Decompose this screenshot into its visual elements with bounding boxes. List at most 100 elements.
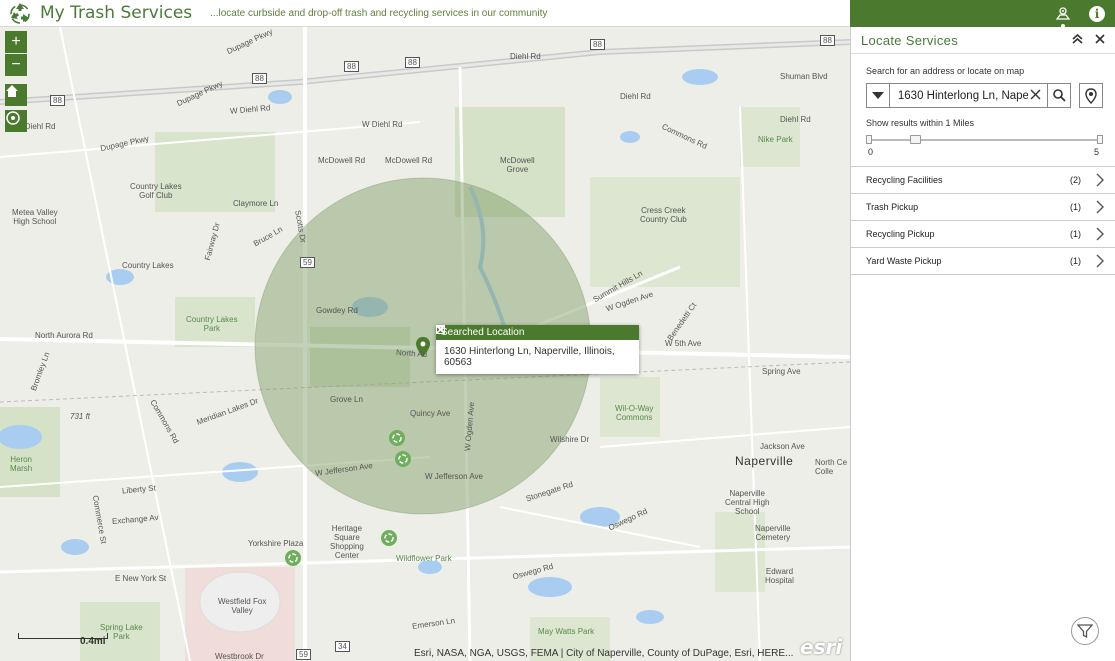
zoom-out-button[interactable]: − [5, 54, 27, 76]
map-label: 731 ft [70, 412, 91, 421]
chevron-right-icon [1096, 200, 1104, 214]
map-label: Naperville Central High School [725, 489, 770, 516]
map-label: Claymore Ln [233, 199, 279, 208]
search-icon [1052, 89, 1066, 102]
app-subtitle: ...locate curbside and drop-off trash an… [210, 7, 548, 19]
app-root: My Trash Services ...locate curbside and… [0, 0, 1115, 661]
radius-slider[interactable] [866, 135, 1103, 144]
filter-button[interactable] [1071, 617, 1099, 645]
map-label: Country Lakes Park [186, 315, 238, 333]
crosshair-icon [6, 111, 20, 125]
map-label: Wilshire Dr [550, 435, 590, 444]
map-label: Diehl Rd [510, 52, 541, 61]
map-label: May Watts Park [538, 627, 595, 636]
map-label: Wil-O-Way Commons [615, 404, 654, 422]
map-label: Gowdey Rd [316, 306, 358, 315]
info-icon: i [1089, 5, 1105, 22]
slider-handle[interactable] [909, 135, 921, 144]
locate-on-map-button[interactable] [1079, 83, 1103, 108]
search-button[interactable] [1047, 84, 1070, 107]
slider-track [869, 139, 1100, 141]
result-row-trash-pickup[interactable]: Trash Pickup (1) [851, 194, 1115, 221]
result-name: Recycling Pickup [866, 229, 935, 239]
map-label: E New York St [115, 574, 167, 583]
slider-min-label: 0 [868, 147, 874, 157]
scale-label: 0.4mi [80, 636, 106, 647]
locate-services-panel: Locate Services Search for an address or… [850, 27, 1115, 661]
close-icon [1030, 89, 1041, 100]
map-label: Grove Ln [330, 395, 363, 404]
route-shield: 34 [335, 641, 350, 652]
result-name: Recycling Facilities [866, 175, 943, 185]
panel-header: Locate Services [851, 27, 1115, 54]
map-label: W Jefferson Ave [425, 472, 483, 481]
search-row [866, 83, 1115, 108]
map-label: Cress Creek Country Club [640, 206, 687, 224]
map-label: Country Lakes [122, 261, 174, 270]
popup-header: Searched Location [436, 325, 639, 340]
map-label: Heron Marsh [10, 455, 33, 473]
recycle-logo-icon [10, 3, 30, 24]
double-chevron-up-icon [1072, 33, 1083, 44]
route-shield: 88 [344, 61, 359, 72]
slider-max-end [1097, 135, 1103, 144]
map-label: North Ce Colle [815, 458, 848, 476]
map-label: Shuman Blvd [780, 72, 828, 81]
map-label: McDowell Rd [385, 156, 433, 165]
result-count: (1) [1070, 256, 1081, 266]
app-title: My Trash Services [40, 3, 193, 23]
result-count: (2) [1070, 175, 1081, 185]
searched-location-popup: Searched Location 1630 Hinterlong Ln, Na… [436, 325, 639, 374]
map-view[interactable]: Dupage Pkwy Dupage Pkwy Dupage Pkwy W Di… [0, 27, 850, 661]
result-row-yard-waste-pickup[interactable]: Yard Waste Pickup (1) [851, 248, 1115, 275]
map-attribution[interactable]: Esri, NASA, NGA, USGS, FEMA | City of Na… [414, 648, 793, 659]
result-count: (1) [1070, 229, 1081, 239]
map-label: Diehl Rd [620, 92, 651, 101]
route-shield: 88 [252, 73, 267, 84]
basemap-graphic [0, 27, 850, 661]
park-area [590, 177, 740, 287]
collapse-panel-button[interactable] [1072, 33, 1083, 47]
search-box [866, 83, 1071, 108]
search-source-dropdown[interactable] [867, 84, 890, 107]
map-label: Westfield Fox Valley [218, 597, 267, 615]
address-search-input[interactable] [897, 89, 1028, 102]
map-label: Country Lakes Golf Club [130, 182, 182, 200]
slider-min-end [866, 135, 872, 144]
locate-services-button[interactable] [1055, 6, 1071, 28]
close-icon [1095, 33, 1105, 44]
chevron-right-icon [1096, 173, 1104, 187]
home-icon [6, 85, 18, 97]
active-indicator [1061, 23, 1065, 28]
map-label: Spring Ave [762, 367, 801, 376]
result-row-recycling-pickup[interactable]: Recycling Pickup (1) [851, 221, 1115, 248]
search-label: Search for an address or locate on map [866, 66, 1025, 76]
info-button[interactable]: i [1089, 5, 1105, 22]
locate-me-button[interactable] [5, 110, 27, 132]
clear-search-button[interactable] [1028, 88, 1043, 103]
close-icon [436, 325, 445, 334]
map-label: Heritage Square Shopping Center [330, 524, 364, 560]
route-shield: 88 [50, 95, 65, 106]
close-panel-button[interactable] [1095, 33, 1105, 47]
home-button[interactable] [5, 84, 27, 106]
map-label: Naperville [735, 454, 794, 468]
route-shield: 59 [300, 257, 315, 268]
map-label: McDowell Grove [500, 156, 535, 174]
map-label: Nike Park [758, 135, 793, 144]
result-name: Trash Pickup [866, 202, 919, 212]
map-label: Diehl Rd [780, 115, 811, 124]
popup-address: 1630 Hinterlong Ln, Naperville, Illinois… [444, 346, 615, 368]
map-label: Metea Valley High School [12, 208, 58, 226]
result-row-recycling-facilities[interactable]: Recycling Facilities (2) [851, 167, 1115, 194]
filter-icon [1077, 624, 1093, 639]
panel-title: Locate Services [861, 32, 958, 48]
map-label: W 5th Ave [665, 339, 702, 348]
chevron-right-icon [1096, 227, 1104, 241]
zoom-in-button[interactable]: + [5, 31, 27, 53]
result-name: Yard Waste Pickup [866, 256, 942, 266]
map-label: Yorkshire Plaza [248, 539, 304, 548]
popup-title: Searched Location [441, 327, 525, 338]
results-list: Recycling Facilities (2) Trash Pickup (1… [851, 166, 1115, 275]
radius-label: Show results within 1 Miles [866, 118, 975, 128]
